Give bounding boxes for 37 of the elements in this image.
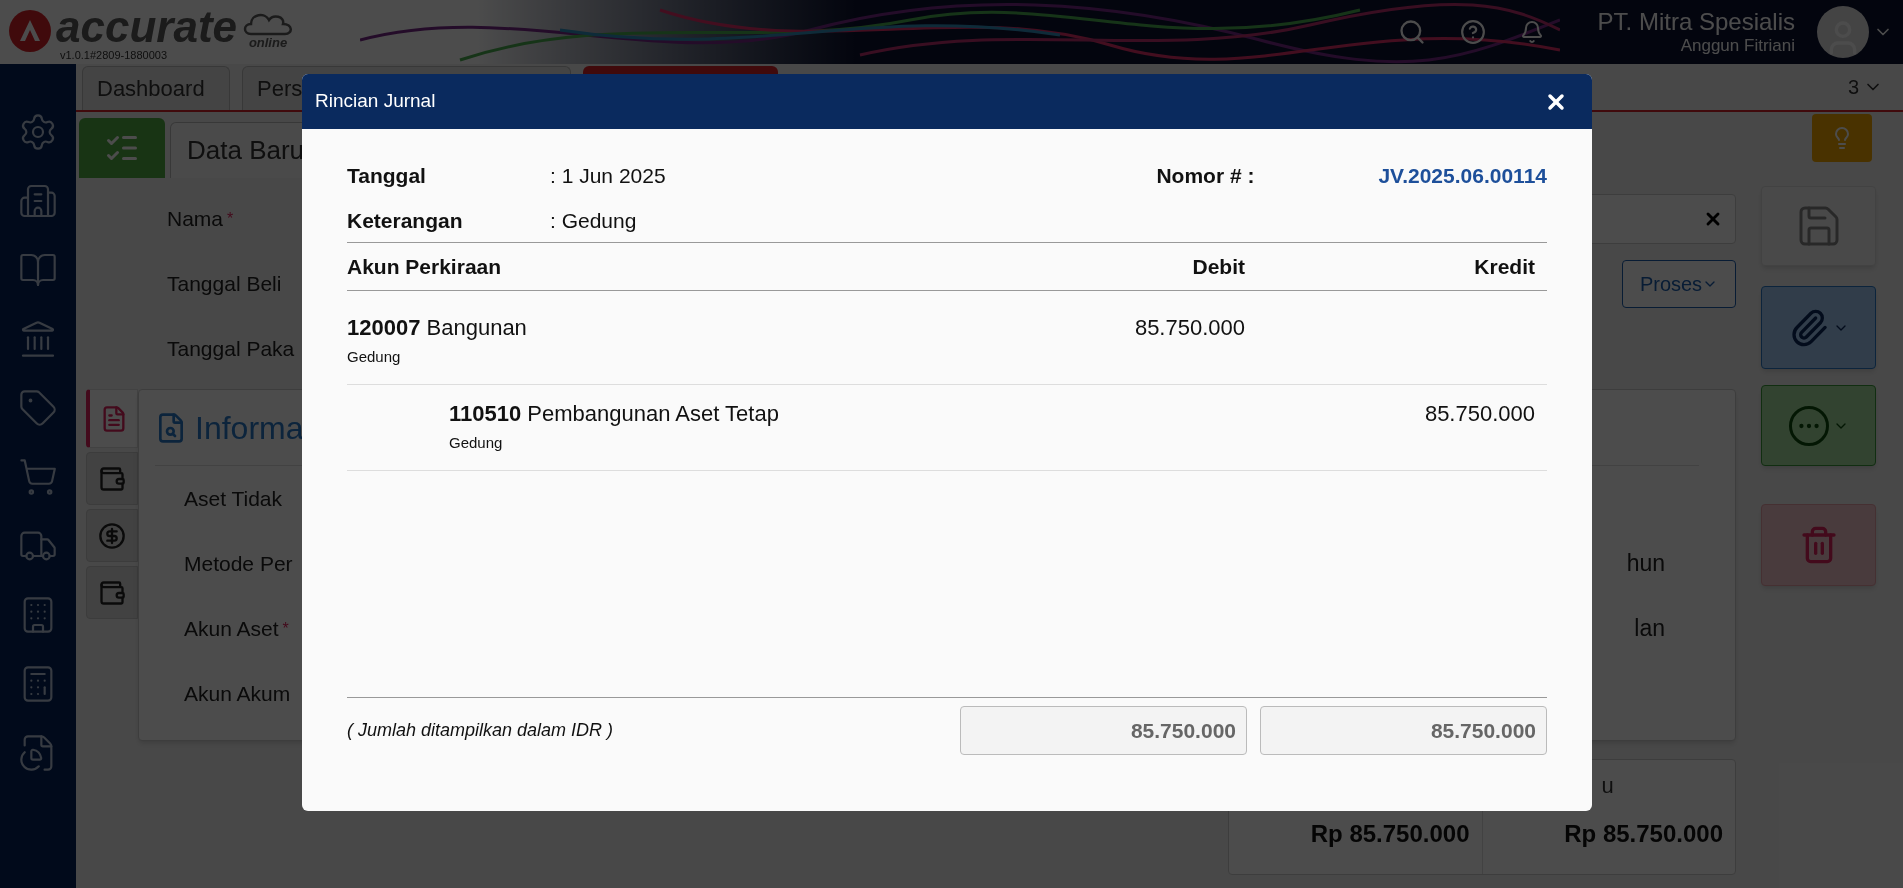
currency-note: ( Jumlah ditampilkan dalam IDR ) bbox=[347, 719, 615, 742]
date-label: Tanggal bbox=[347, 163, 427, 190]
version-text: v1.0.1#2809-1880003 bbox=[60, 49, 169, 61]
field-label: Metode Per bbox=[184, 550, 293, 577]
user-name: Anggun Fitriani bbox=[1680, 36, 1795, 56]
field-label: Tanggal Beli bbox=[167, 270, 282, 297]
field-label: Akun Aset bbox=[184, 615, 279, 642]
account-memo: Gedung bbox=[449, 433, 504, 453]
note-label: Keterangan bbox=[347, 207, 464, 234]
summary-label: u bbox=[1601, 772, 1614, 800]
debit-amount: 85.750.000 bbox=[1133, 314, 1245, 342]
total-field: 85.750.000 bbox=[960, 706, 1247, 755]
field-value: hun bbox=[1626, 549, 1665, 579]
field-value: lan bbox=[1634, 614, 1665, 644]
account-name: 120007 Bangunan bbox=[347, 314, 528, 342]
account-name: 110510 Pembangunan Aset Tetap bbox=[449, 400, 780, 428]
panel-title: Informa bbox=[195, 408, 304, 448]
account-memo: Gedung bbox=[347, 347, 402, 367]
field-label: Akun Akum bbox=[184, 680, 291, 707]
column-header: Debit bbox=[1191, 253, 1245, 280]
column-header: Kredit bbox=[1473, 253, 1536, 280]
number-label: Nomor # : bbox=[1156, 163, 1255, 190]
total-field: 85.750.000 bbox=[1260, 706, 1547, 755]
credit-amount: 85.750.000 bbox=[1423, 400, 1536, 428]
company-name: PT. Mitra Spesialis bbox=[1597, 8, 1795, 36]
number-value: JV.2025.06.00114 bbox=[1378, 163, 1547, 190]
dialog-title: Rincian Jurnal bbox=[315, 89, 436, 114]
field-label: Nama bbox=[167, 205, 224, 232]
required-mark: * bbox=[282, 618, 289, 639]
note-value: : Gedung bbox=[550, 207, 637, 234]
field-label: Aset Tidak bbox=[184, 485, 283, 512]
summary-amount: Rp 85.750.000 bbox=[1310, 819, 1470, 849]
column-header: Akun Perkiraan bbox=[347, 253, 503, 280]
field-label: Tanggal Paka bbox=[167, 335, 295, 362]
date-value: : 1 Jun 2025 bbox=[550, 163, 666, 190]
summary-amount: Rp 85.750.000 bbox=[1564, 819, 1723, 849]
required-mark: * bbox=[227, 208, 234, 229]
